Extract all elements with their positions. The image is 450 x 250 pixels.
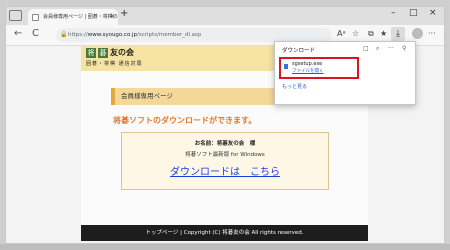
site-footer: トップページ | Copyright (C) 将碁友の会 All rights … [81,225,368,241]
settings-more-icon[interactable]: ··· [428,29,436,38]
address-bar[interactable]: 🔒 https://www.syougo.co.jp/scripts/membe… [56,28,332,42]
download-info-box: お名前：将碁友の会 様 将碁ソフト最新版 for Windows ダウンロードは… [121,132,329,190]
download-item[interactable]: sgsetup.exe ファイルを開く [279,57,359,79]
search-icon[interactable]: ⌕ [376,45,379,53]
tab-bar: 会員様専用ページ | 囲碁・将棋の × + – □ × [6,7,444,25]
back-button[interactable]: ← [14,28,22,39]
favorite-star-icon[interactable]: ☆ [352,29,359,38]
tab-actions-icon[interactable] [9,10,22,21]
more-options-icon[interactable]: ··· [388,45,394,52]
new-tab-button[interactable]: + [120,8,128,19]
url-host: www.syougo.co.jp [87,32,137,38]
member-name: お名前：将碁友の会 様 [194,141,256,147]
desktop-background [0,244,450,250]
download-file-name: sgsetup.exe [292,61,323,67]
logo-go-piece: 碁 [98,48,108,58]
file-icon [284,64,288,69]
favorites-icon[interactable]: ★ [380,29,387,38]
download-link[interactable]: ダウンロードは こちら [122,163,328,178]
tab-title: 会員様専用ページ | 囲碁・将棋の [43,14,118,20]
downloads-title: ダウンロード [282,48,316,54]
read-aloud-icon[interactable]: Aᵃ [337,29,346,38]
lock-icon: 🔒 [60,31,68,38]
close-window-button[interactable]: × [429,8,437,18]
open-folder-icon[interactable]: □ [363,45,369,52]
tab-active[interactable]: 会員様専用ページ | 囲碁・将棋の × [28,9,118,25]
logo-shogi-piece: 将 [86,48,96,58]
restore-button[interactable]: □ [409,8,418,18]
browser-window: 会員様専用ページ | 囲碁・将棋の × + – □ × ← C 🔒 https:… [5,6,445,244]
see-more-link[interactable]: もっと見る [282,83,307,90]
favicon-icon [32,14,39,21]
site-subtitle: 囲碁・将棋 通信対局 [86,61,143,67]
profile-avatar[interactable] [412,28,423,39]
tab-close-icon[interactable]: × [110,9,115,25]
site-logo-text[interactable]: 友の会 [110,47,134,58]
downloads-flyout: ダウンロード □ ⌕ ··· ⚲ sgsetup.exe ファイルを開く もっと… [274,41,416,105]
url-path: /scripts/member_dl.asp [137,32,202,38]
minimize-button[interactable]: – [391,8,396,18]
pin-icon[interactable]: ⚲ [402,45,406,52]
downloads-button[interactable]: ⤓ [391,27,405,41]
url-prefix: https:// [68,32,88,38]
refresh-button[interactable]: C [32,28,39,39]
open-file-link[interactable]: ファイルを開く [292,68,324,74]
collections-icon[interactable]: ⧉ [368,29,374,39]
page-headline: 将碁ソフトのダウンロードができます。 [113,116,257,125]
software-name: 将碁ソフト最新版 for Windows [185,152,265,158]
